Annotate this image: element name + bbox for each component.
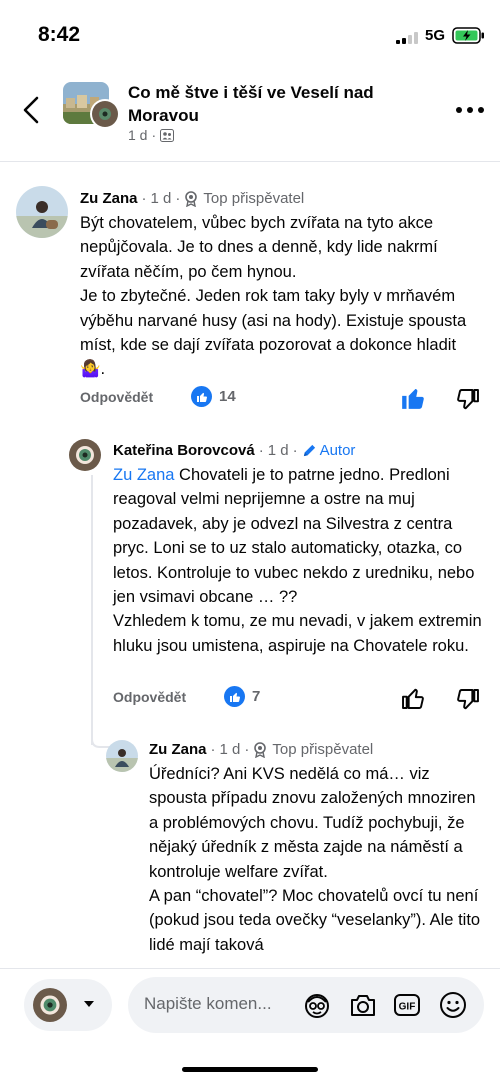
like-icon[interactable] (400, 685, 426, 711)
comment-composer: Napište komen... GIF (0, 968, 500, 1083)
comment-text: Být chovatelem, vůbec bych zvířata na ty… (80, 214, 467, 379)
dislike-icon[interactable] (455, 387, 481, 413)
comment-time: 1 d (219, 741, 241, 758)
contributor-badge: Top přispěvatel (203, 190, 305, 207)
avatar (33, 988, 67, 1022)
camera-icon[interactable] (348, 990, 378, 1020)
cellular-signal-icon (396, 32, 418, 44)
like-count-value: 14 (219, 388, 236, 405)
home-indicator (182, 1067, 318, 1072)
author-name[interactable]: Zu Zana (149, 741, 207, 758)
like-filled-icon[interactable] (400, 385, 426, 411)
comment-header: Zu Zana · 1 d · Top přispěvatel (80, 190, 305, 207)
group-cover-image[interactable] (63, 82, 121, 130)
reply-button[interactable]: Odpovědět (113, 689, 186, 705)
status-bar: 8:42 5G (0, 0, 500, 70)
comment-input-placeholder: Napište komen... (144, 994, 272, 1013)
group-title[interactable]: Co mě štve i těší ve Veselí nad Moravou (128, 81, 428, 127)
comment-text: Zu Zana Chovateli je to patrne jedno. Pr… (113, 463, 485, 658)
dislike-icon[interactable] (455, 687, 481, 713)
contributor-badge: Top přispěvatel (272, 741, 374, 758)
avatar[interactable] (16, 186, 68, 238)
reply-button[interactable]: Odpovědět (80, 389, 153, 405)
author-name[interactable]: Zu Zana (80, 190, 138, 207)
svg-text:GIF: GIF (399, 1002, 416, 1013)
like-count-value: 7 (252, 688, 261, 705)
author-name[interactable]: Kateřina Borovcová (113, 442, 255, 459)
like-reaction-icon (224, 686, 245, 707)
group-header: Co mě štve i těší ve Veselí nad Moravou … (0, 72, 500, 162)
post-time: 1 d (128, 127, 148, 143)
thread-connector (91, 475, 93, 745)
avatar-sticker-icon[interactable] (302, 990, 332, 1020)
caret-down-icon (84, 1001, 94, 1007)
comment-body: Chovateli je to patrne jedno. Predloni r… (113, 466, 482, 655)
reaction-count[interactable]: 7 (224, 686, 260, 707)
back-arrow-icon[interactable] (14, 92, 50, 128)
avatar[interactable] (69, 439, 101, 471)
like-reaction-icon (191, 386, 212, 407)
mention-link[interactable]: Zu Zana (113, 466, 174, 484)
comment-text: Úředníci? Ani KVS nedělá co má… viz spou… (149, 765, 481, 954)
author-badge: Autor (319, 442, 356, 459)
reaction-count[interactable]: 14 (191, 386, 236, 407)
comment-time: 1 d (150, 190, 172, 207)
avatar[interactable] (106, 740, 138, 772)
group-audience-icon (160, 128, 175, 142)
pencil-icon (303, 444, 315, 457)
battery-charging-icon (452, 27, 484, 44)
identity-switcher[interactable] (24, 979, 112, 1031)
gif-icon[interactable]: GIF (392, 990, 422, 1020)
top-contributor-icon (254, 741, 267, 758)
status-time: 8:42 (38, 23, 81, 46)
top-contributor-icon (185, 190, 198, 207)
comment-input[interactable]: Napište komen... GIF (128, 977, 484, 1033)
comment-time: 1 d (267, 442, 289, 459)
network-type: 5G (425, 27, 446, 44)
more-options-icon[interactable] (452, 98, 488, 122)
post-meta: 1 d · (128, 127, 175, 143)
comment-header: Kateřina Borovcová · 1 d · Autor (113, 442, 356, 459)
comment-header: Zu Zana · 1 d · Top přispěvatel (149, 741, 374, 758)
meta-dot: · (151, 127, 157, 143)
emoji-icon[interactable] (438, 990, 468, 1020)
